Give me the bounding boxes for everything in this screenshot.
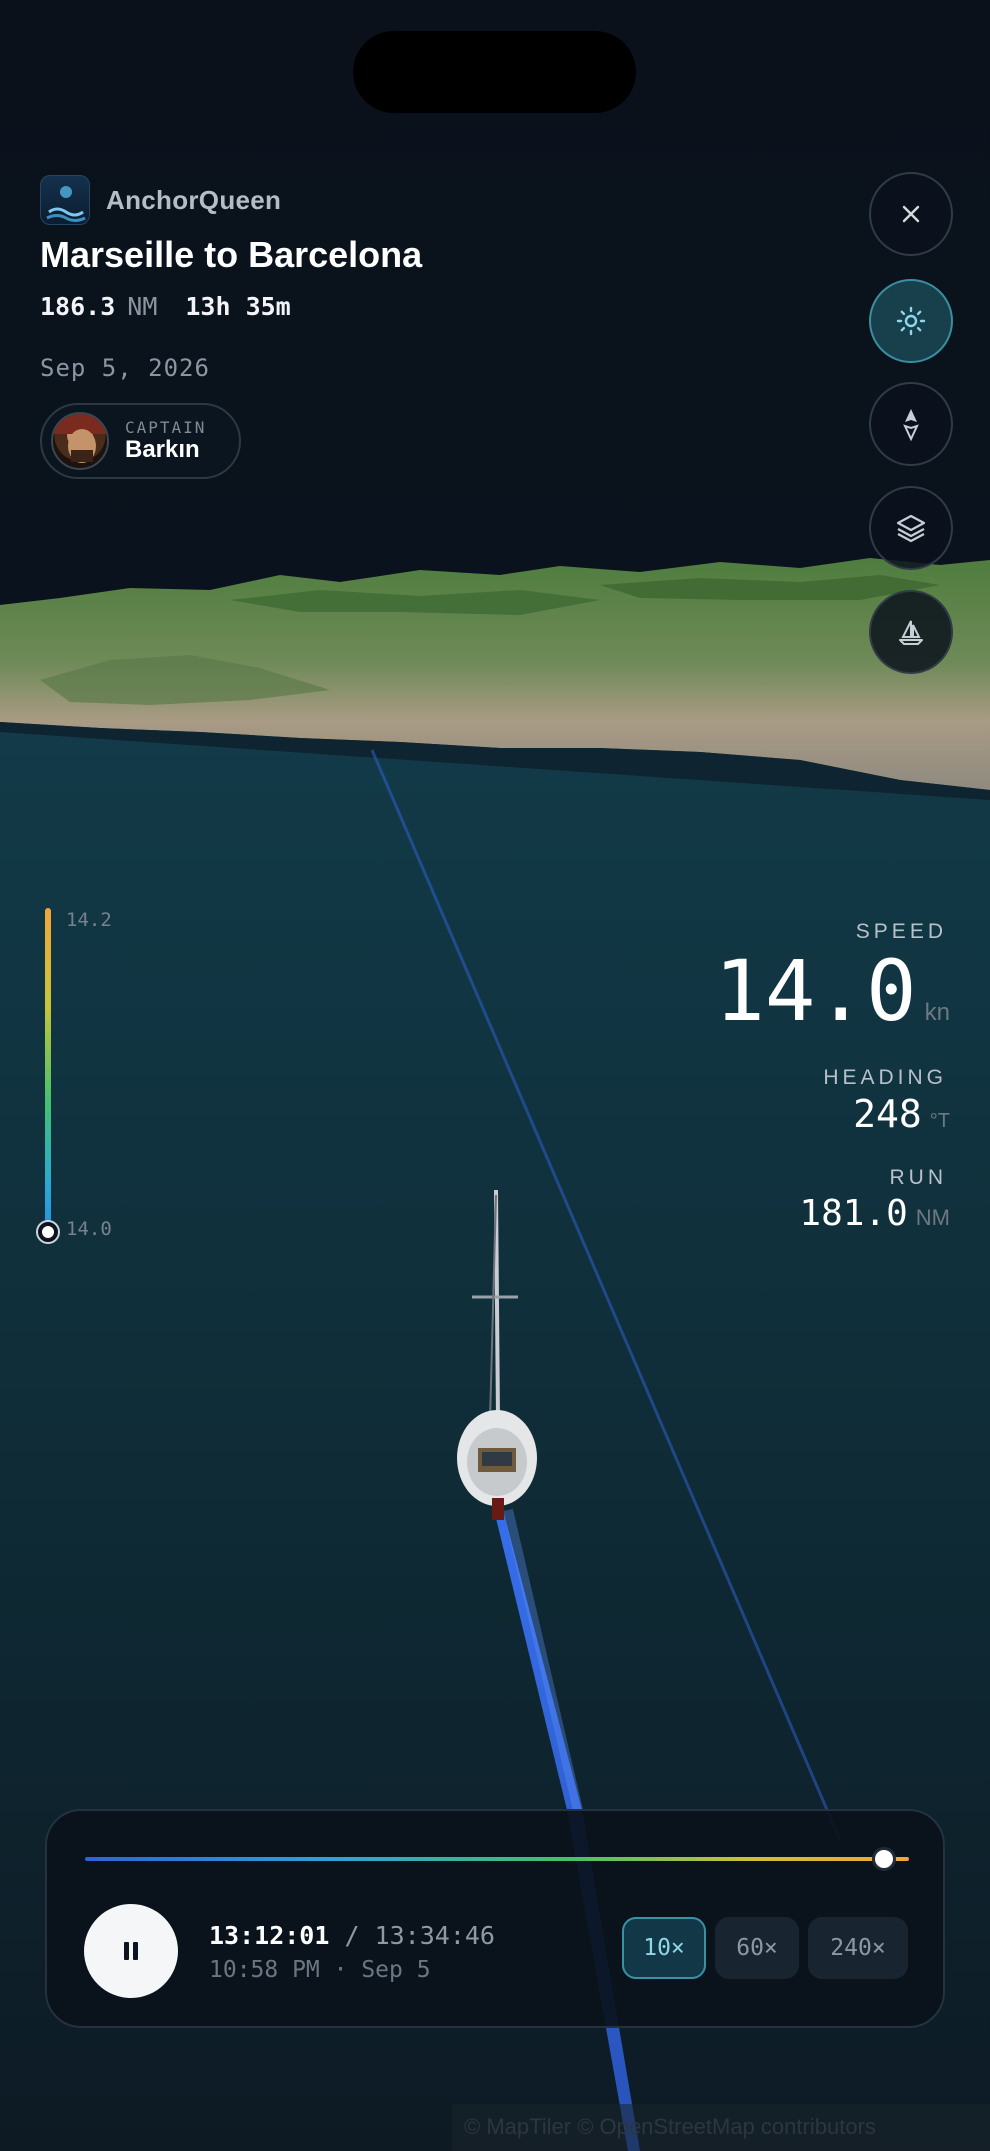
speed-label: SPEED [855, 920, 947, 943]
trip-distance-unit: NM [127, 292, 158, 321]
legend-min-label: 14.0 [66, 1218, 112, 1240]
compass-button[interactable] [869, 382, 953, 466]
app-logo [40, 175, 90, 225]
heading-readout: 248 °T [853, 1092, 950, 1136]
speed-readout: 14.0 kn [714, 942, 950, 1040]
run-readout: 181.0 NM [799, 1193, 950, 1234]
time-separator: / [329, 1921, 375, 1950]
app-name: AnchorQueen [106, 184, 282, 215]
playback-panel: 13:12:01 / 13:34:46 10:58 PM · Sep 5 10×… [45, 1809, 945, 2028]
speed-240x-button[interactable]: 240× [808, 1917, 908, 1979]
run-unit: NM [915, 1205, 950, 1230]
trip-date: Sep 5, 2026 [40, 354, 210, 382]
heading-label: HEADING [823, 1066, 947, 1089]
captain-name: Barkın [125, 435, 200, 463]
pause-icon [124, 1942, 138, 1960]
sailboat-icon [899, 620, 923, 645]
total-time: 13:34:46 [374, 1921, 495, 1950]
map-attribution[interactable]: © MapTiler © OpenStreetMap contributors [452, 2104, 990, 2151]
run-value: 181.0 [799, 1193, 908, 1234]
elapsed-time: 13:12:01 [209, 1921, 330, 1950]
captain-role: CAPTAIN [125, 418, 207, 437]
captain-chip[interactable]: CAPTAIN Barkın [40, 403, 241, 479]
sun-icon [896, 306, 926, 336]
compass-icon [903, 409, 919, 441]
avatar [51, 412, 109, 470]
legend-max-label: 14.2 [66, 909, 112, 931]
speed-value: 14.0 [714, 942, 917, 1040]
device-notch [353, 31, 636, 113]
app-brand: AnchorQueen [40, 175, 281, 225]
playback-scrubber-handle[interactable] [872, 1847, 897, 1871]
route-title: Marseille to Barcelona [40, 234, 423, 275]
layers-icon [896, 514, 926, 543]
playback-clock: 10:58 PM · Sep 5 [209, 1957, 431, 1983]
pause-button[interactable] [84, 1904, 178, 1998]
boat-view-button[interactable] [869, 590, 953, 674]
playback-time: 13:12:01 / 13:34:46 [209, 1921, 495, 1950]
trip-distance-value: 186.3 [40, 292, 116, 321]
close-icon [902, 205, 920, 223]
heading-value: 248 [853, 1092, 922, 1136]
speed-legend-bar [45, 908, 51, 1232]
trip-stats: 186.3 NM 13h 35m [40, 292, 291, 321]
speed-60x-button[interactable]: 60× [715, 1917, 799, 1979]
playback-scrubber-track[interactable] [85, 1857, 909, 1861]
close-button[interactable] [869, 172, 953, 256]
light-mode-button[interactable] [869, 279, 953, 363]
layers-button[interactable] [869, 486, 953, 570]
speed-unit: kn [924, 999, 950, 1026]
trip-duration: 13h 35m [185, 292, 291, 321]
heading-unit: °T [929, 1110, 950, 1132]
run-label: RUN [889, 1166, 947, 1189]
speed-10x-button[interactable]: 10× [622, 1917, 706, 1979]
speed-legend-marker [38, 1222, 58, 1242]
